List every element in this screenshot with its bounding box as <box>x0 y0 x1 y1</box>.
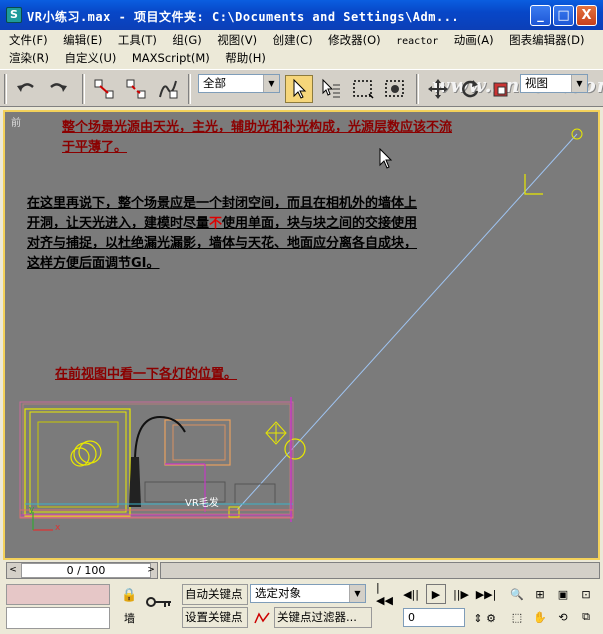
menu-row-2: 渲染(R) 自定义(U) MAXScript(M) 帮助(H) <box>9 49 278 67</box>
select-by-name-icon[interactable] <box>317 75 345 103</box>
minimize-button[interactable]: _ <box>530 5 551 26</box>
selection-filter-dropdown[interactable]: 全部 ▼ <box>198 74 280 93</box>
key-filters-button[interactable]: 关键点过滤器... <box>274 607 372 628</box>
menu-rendering[interactable]: 渲染(R) <box>9 49 49 67</box>
go-to-start-icon[interactable]: |◀◀ <box>376 581 396 607</box>
key-mode-value: 选定对象 <box>255 586 301 600</box>
arc-rotate-icon[interactable]: ⟲ <box>553 607 573 627</box>
lock-icon[interactable]: 🔒 <box>121 588 137 603</box>
coord-system-dropdown[interactable]: 视图 ▼ <box>520 74 588 93</box>
direct-light-icon <box>524 174 543 195</box>
scene-wireframe <box>19 128 583 531</box>
track-bar[interactable] <box>160 562 600 579</box>
menu-customize[interactable]: 自定义(U) <box>64 49 116 67</box>
menu-group[interactable]: 组(G) <box>172 31 201 49</box>
rotate-icon[interactable] <box>456 75 484 103</box>
select-object-icon[interactable] <box>285 75 313 103</box>
window-crossing-icon[interactable] <box>381 75 409 103</box>
unlink-icon[interactable] <box>122 75 150 103</box>
time-slider-track[interactable]: < 0 / 100 > <box>6 562 158 579</box>
app-icon[interactable]: S <box>6 7 22 23</box>
menu-file[interactable]: 文件(F) <box>9 31 48 49</box>
mouse-cursor-icon <box>379 148 393 169</box>
play-icon[interactable]: ▶ <box>426 584 446 604</box>
annotation-text: 在这里再说下，整个场景应是一个封闭空间，而且在相机外的墙体上开洞，让天光进入，建… <box>27 194 423 274</box>
annotation-text: 在前视图中看一下各灯的位置。 <box>55 367 238 382</box>
rect-region-icon[interactable] <box>349 75 377 103</box>
lamp-stand <box>129 457 141 507</box>
select-link-icon[interactable] <box>90 75 118 103</box>
menu-tools[interactable]: 工具(T) <box>118 31 157 49</box>
menu-modifiers[interactable]: 修改器(O) <box>328 31 381 49</box>
zoom-extents-all-icon[interactable]: ⊡ <box>576 584 596 604</box>
menu-help[interactable]: 帮助(H) <box>225 49 266 67</box>
chevron-down-icon: ▼ <box>571 75 587 92</box>
chevron-down-icon: ▼ <box>263 75 279 92</box>
auto-key-button[interactable]: 自动关键点 <box>182 584 248 605</box>
close-button[interactable]: X <box>576 5 597 26</box>
selection-filter-value: 全部 <box>203 76 226 90</box>
set-key-button[interactable]: 设置关键点 <box>182 607 248 628</box>
menu-reactor[interactable]: reactor <box>396 33 438 51</box>
prev-frame-icon[interactable]: ◀|| <box>401 584 421 604</box>
lamp-arc <box>134 415 186 463</box>
chevron-down-icon: ▼ <box>349 585 365 602</box>
next-frame-icon[interactable]: ||▶ <box>451 584 471 604</box>
zoom-extents-icon[interactable]: ▣ <box>553 584 573 604</box>
time-next-arrow[interactable]: > <box>145 563 157 578</box>
toolbar-separator <box>82 74 85 104</box>
scale-icon[interactable] <box>488 75 516 103</box>
redo-icon[interactable] <box>44 75 72 103</box>
menu-row-1: 文件(F) 编辑(E) 工具(T) 组(G) 视图(V) 创建(C) 修改器(O… <box>9 31 596 49</box>
time-config-icon[interactable]: ⚙ <box>481 608 501 628</box>
region-zoom-icon[interactable]: ⬚ <box>507 607 527 627</box>
menu-maxscript[interactable]: MAXScript(M) <box>132 49 210 67</box>
key-icon[interactable] <box>145 594 173 610</box>
status-panel: 🔒 墙 自动关键点 设置关键点 选定对象 ▼ 关键点过滤器... |◀◀ ◀||… <box>0 581 603 634</box>
maxscript-listener-output[interactable] <box>6 607 110 629</box>
menu-animation[interactable]: 动画(A) <box>454 31 494 49</box>
zoom-icon[interactable]: 🔍 <box>507 584 527 604</box>
sphere-light <box>284 438 306 460</box>
menu-edit[interactable]: 编辑(E) <box>63 31 102 49</box>
go-to-end-icon[interactable]: ▶▶| <box>476 584 497 604</box>
move-icon[interactable] <box>424 75 452 103</box>
toolbar-separator <box>188 74 191 104</box>
time-prev-arrow[interactable]: < <box>7 563 19 578</box>
axis-x-label: x <box>55 523 61 533</box>
front-viewport[interactable]: 前 整个场景光源由天光，主光，辅助光和补光构成，光源层数应该不流于平薄了。 在这… <box>5 112 598 558</box>
annotation-text: 整个场景光源由天光，主光，辅助光和补光构成，光源层数应该不流于平薄了。 <box>62 120 453 155</box>
window-title: VR小练习.max - 项目文件夹: C:\Documents and Sett… <box>27 10 460 24</box>
maximize-button[interactable]: □ <box>553 5 574 26</box>
menu-views[interactable]: 视图(V) <box>217 31 257 49</box>
key-mode-dropdown[interactable]: 选定对象 ▼ <box>250 584 366 603</box>
coord-system-value: 视图 <box>525 76 548 90</box>
menu-graph-editors[interactable]: 图表编辑器(D) <box>509 31 584 49</box>
maxscript-listener-input[interactable] <box>6 584 110 605</box>
time-slider[interactable]: 0 / 100 <box>21 563 151 578</box>
zoom-all-icon[interactable]: ⊞ <box>530 584 550 604</box>
picture-frame <box>164 419 231 466</box>
pan-icon[interactable]: ✋ <box>530 607 550 627</box>
maximize-viewport-icon[interactable]: ⧉ <box>576 607 596 627</box>
room-outline <box>19 401 294 518</box>
menu-create[interactable]: 创建(C) <box>273 31 313 49</box>
time-slider-bar: < 0 / 100 > <box>0 560 603 582</box>
main-toolbar: 全部 ▼ www.snren.com 视图 ▼ <box>0 69 603 107</box>
current-frame-input[interactable]: 0 <box>403 608 465 627</box>
object-label: VR毛发 <box>185 498 219 509</box>
light-target-line <box>236 133 578 511</box>
menu-bar: 文件(F) 编辑(E) 工具(T) 组(G) 视图(V) 创建(C) 修改器(O… <box>0 30 603 68</box>
title-bar: S VR小练习.max - 项目文件夹: C:\Documents and Se… <box>0 0 603 30</box>
toolbar-separator <box>4 74 7 104</box>
annotation-highlight: 不 <box>209 216 223 231</box>
toolbar-separator <box>416 74 419 104</box>
bind-space-warp-icon[interactable] <box>154 75 182 103</box>
key-filter-curve-icon[interactable] <box>252 608 272 628</box>
undo-icon[interactable] <box>12 75 40 103</box>
lock-label: 墙 <box>124 612 135 625</box>
axis-y-label: y <box>29 505 35 515</box>
